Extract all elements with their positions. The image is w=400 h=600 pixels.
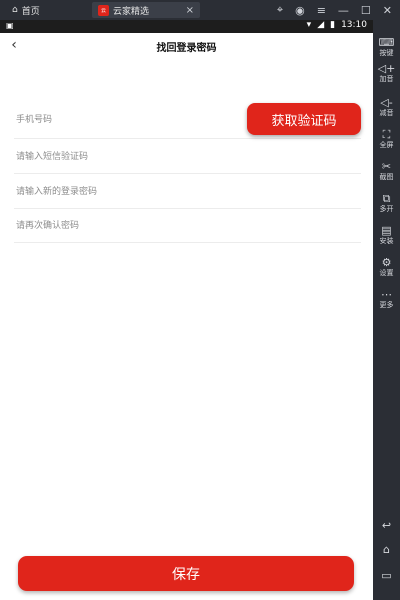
divider — [14, 138, 361, 139]
sidebar-item-keys[interactable]: ⌨ 按键 — [373, 36, 400, 58]
more-icon: ⋯ — [381, 288, 392, 301]
status-time: 13:10 — [341, 20, 367, 30]
confirm-password-field-row — [0, 209, 373, 243]
save-button[interactable]: 保存 — [18, 556, 354, 591]
page-title: 找回登录密码 — [156, 43, 217, 54]
close-icon[interactable]: ✕ — [383, 4, 392, 17]
sms-code-input[interactable] — [16, 148, 226, 166]
tab-app[interactable]: 云 云家精选 × — [92, 2, 200, 18]
sidebar-item-screenshot[interactable]: ✂ 截图 — [373, 160, 400, 182]
sidebar-item-install[interactable]: ▤ 安装 — [373, 224, 400, 246]
gear-icon: ⚙ — [381, 256, 392, 269]
user-icon[interactable]: ◉ — [295, 4, 305, 17]
app-logo-icon: 云 — [98, 4, 109, 16]
nav-bar: ‹ 找回登录密码 — [0, 33, 373, 59]
apk-install-icon: ▤ — [381, 224, 392, 237]
battery-icon: ▮ — [330, 20, 336, 30]
sidebar-item-volume-up[interactable]: ◁+ 加音 — [373, 62, 400, 84]
emulator-sidebar: ⌨ 按键 ◁+ 加音 ◁- 减音 ⛶ 全屏 ✂ 截图 ⧉ 多开 ▤ 安装 ⚙ 设… — [373, 20, 400, 600]
confirm-password-input[interactable] — [16, 217, 226, 235]
scissors-icon: ✂ — [381, 160, 392, 173]
divider — [14, 242, 361, 243]
wifi-icon: ▾ — [306, 20, 312, 30]
recent-apps-icon[interactable]: ▭ — [373, 569, 400, 582]
keyboard-icon: ⌨ — [378, 36, 395, 49]
sidebar-item-settings[interactable]: ⚙ 设置 — [373, 256, 400, 278]
volume-down-icon: ◁- — [380, 96, 393, 109]
status-bar: ▣ ▾ ◢ ▮ 13:10 — [0, 20, 373, 33]
sidebar-item-volume-down[interactable]: ◁- 减音 — [373, 96, 400, 118]
tab-app-label: 云家精选 — [113, 6, 150, 17]
multi-instance-icon: ⧉ — [382, 192, 391, 205]
phone-input[interactable] — [16, 111, 226, 129]
sms-code-field-row — [0, 140, 373, 174]
home-icon: ⌂ — [12, 5, 18, 15]
maximize-icon[interactable]: ☐ — [361, 4, 371, 17]
tab-close-icon[interactable]: × — [186, 5, 194, 16]
get-code-button[interactable]: 获取验证码 — [247, 103, 361, 135]
emulator-title-bar: ⌂ 首页 云 云家精选 × ⌖ ◉ ≡ — ☐ ✕ — [0, 0, 400, 20]
back-icon[interactable]: ↩ — [373, 519, 400, 532]
new-password-field-row — [0, 175, 373, 209]
window-controls: ⌖ ◉ ≡ — ☐ ✕ — [277, 0, 400, 20]
volume-up-icon: ◁+ — [377, 62, 396, 75]
sidebar-item-fullscreen[interactable]: ⛶ 全屏 — [373, 128, 400, 150]
signal-icon: ◢ — [317, 20, 325, 30]
sidebar-item-more[interactable]: ⋯ 更多 — [373, 288, 400, 310]
sidebar-item-multi[interactable]: ⧉ 多开 — [373, 192, 400, 214]
fullscreen-icon: ⛶ — [382, 128, 391, 141]
app-screen: ‹ 找回登录密码 获取验证码 保存 — [0, 33, 373, 600]
menu-icon[interactable]: ≡ — [317, 4, 326, 17]
home-icon[interactable]: ⌂ — [373, 543, 400, 556]
divider — [14, 173, 361, 174]
tab-home-label: 首页 — [21, 6, 40, 17]
gamepad-icon[interactable]: ⌖ — [277, 3, 283, 17]
notification-icon: ▣ — [6, 21, 14, 30]
tab-home[interactable]: ⌂ 首页 — [6, 2, 76, 18]
minimize-icon[interactable]: — — [338, 4, 349, 17]
new-password-input[interactable] — [16, 183, 226, 201]
